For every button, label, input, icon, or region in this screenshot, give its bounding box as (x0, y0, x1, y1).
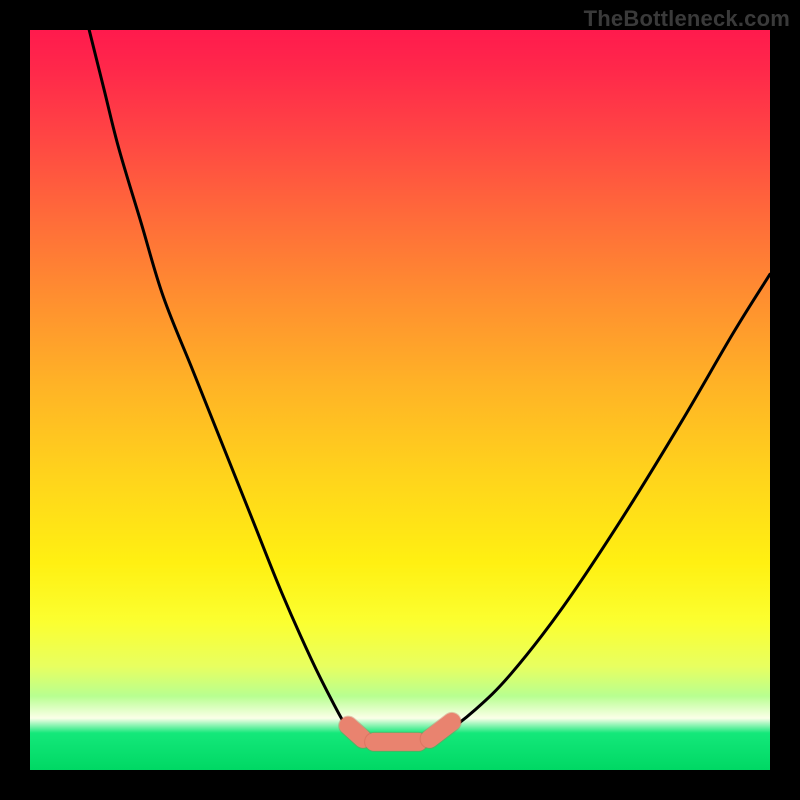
marker-left (348, 726, 363, 739)
chart-svg (30, 30, 770, 770)
curve-path (89, 30, 770, 742)
watermark-text: TheBottleneck.com (584, 6, 790, 32)
marker-group (348, 722, 452, 742)
plot-area (30, 30, 770, 770)
chart-frame: TheBottleneck.com (0, 0, 800, 800)
bottleneck-curve (89, 30, 770, 742)
